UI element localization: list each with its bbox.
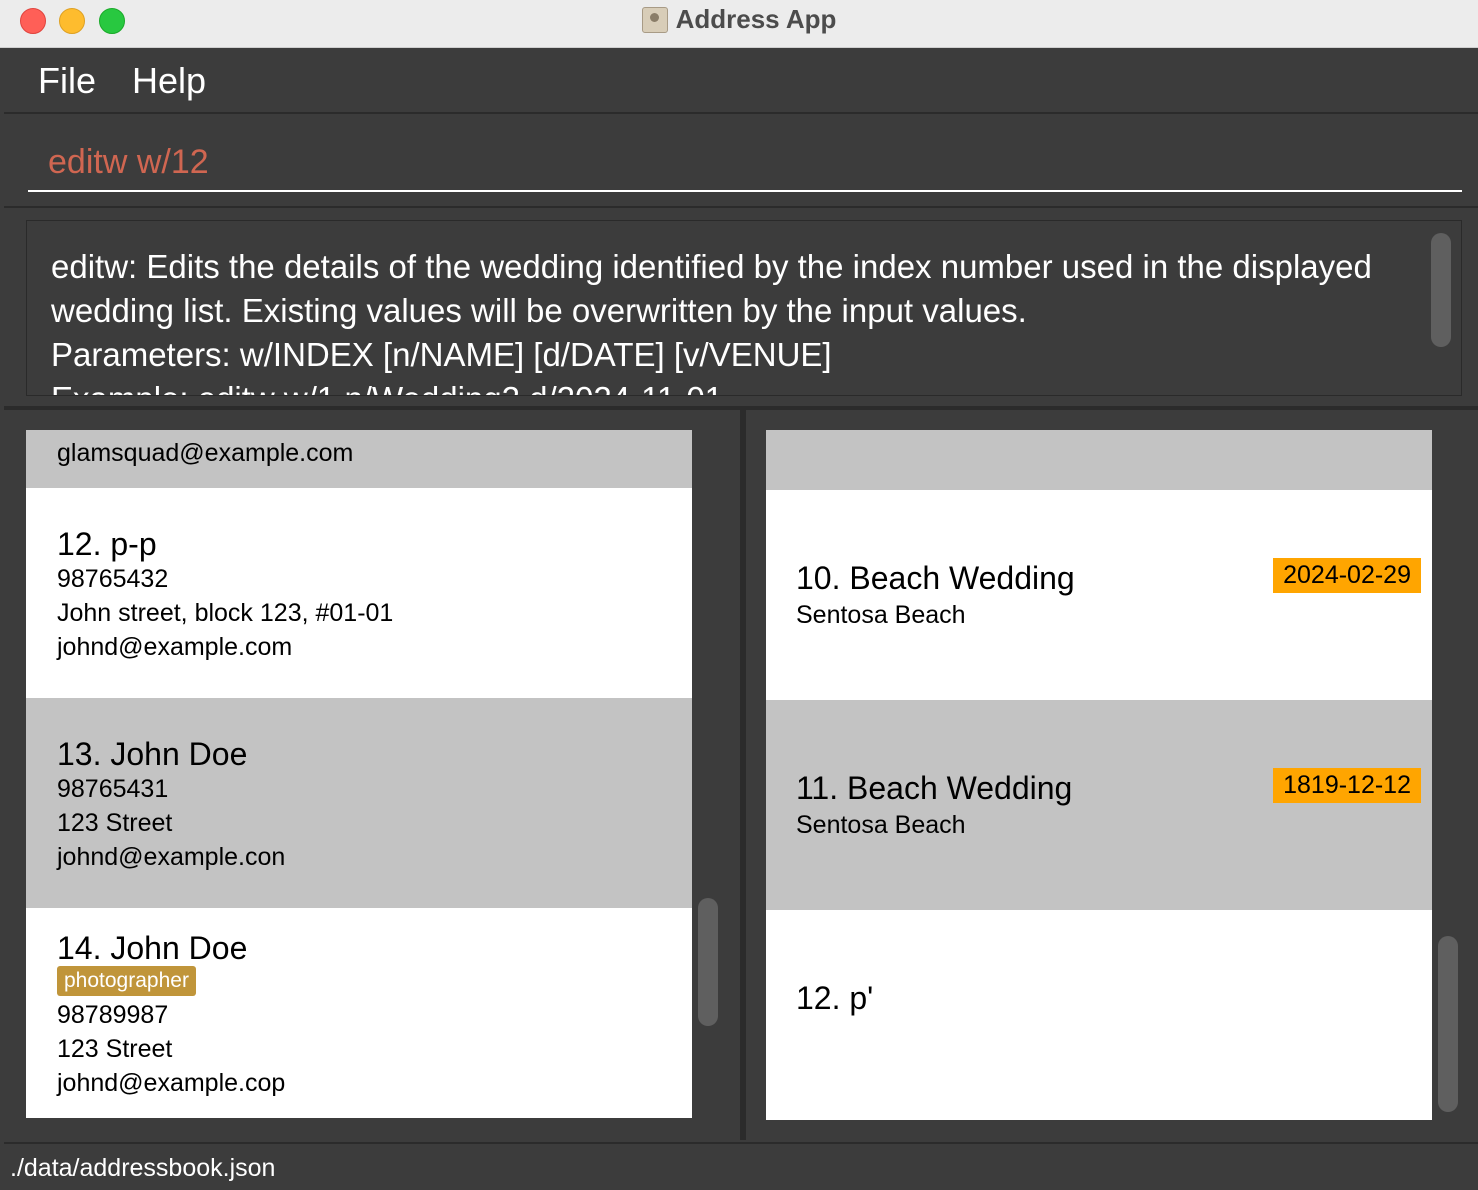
- person-list: glamsquad@example.com 12. p-p 98765432 J…: [26, 430, 692, 1120]
- person-email: johnd@example.con: [57, 843, 286, 871]
- person-name: 14. John Doe: [57, 930, 248, 966]
- person-phone: 98765432: [57, 565, 169, 593]
- command-box: [4, 114, 1478, 208]
- wedding-name: 11. Beach Wedding: [796, 770, 1073, 806]
- window-title-area: Address App: [0, 4, 1478, 35]
- person-tag: photographer: [57, 966, 196, 996]
- person-card[interactable]: 14. John Doe photographer 98789987 123 S…: [26, 908, 692, 1118]
- person-phone: 98765431: [57, 775, 169, 803]
- person-card[interactable]: 12. p-p 98765432 John street, block 123,…: [26, 488, 692, 698]
- person-email: johnd@example.com: [57, 633, 293, 661]
- wedding-venue: Sentosa Beach: [796, 811, 966, 839]
- panel-divider[interactable]: [740, 410, 746, 1140]
- wedding-name: 12. p': [796, 980, 874, 1016]
- result-text: editw: Edits the details of the wedding …: [51, 248, 1372, 395]
- person-card-partial[interactable]: glamsquad@example.com: [26, 430, 692, 488]
- person-name: 12. p-p: [57, 526, 157, 562]
- person-address: 123 Street: [57, 1035, 173, 1063]
- window-title: Address App: [675, 4, 837, 34]
- menu-bar: File Help: [4, 48, 1478, 114]
- menu-file[interactable]: File: [38, 60, 96, 102]
- result-display: editw: Edits the details of the wedding …: [26, 220, 1462, 396]
- person-address: 123 Street: [57, 809, 173, 837]
- save-location: ./data/addressbook.json: [10, 1154, 276, 1182]
- person-phone: 98789987: [57, 1001, 169, 1029]
- wedding-card-partial[interactable]: [766, 430, 1432, 490]
- menu-help[interactable]: Help: [132, 60, 206, 102]
- title-bar: Address App: [0, 0, 1478, 48]
- status-bar: ./data/addressbook.json: [4, 1142, 1478, 1190]
- command-input[interactable]: [28, 134, 1462, 192]
- person-email: glamsquad@example.com: [57, 439, 354, 467]
- wedding-list-scrollbar[interactable]: [1438, 936, 1458, 1112]
- wedding-card[interactable]: 11. Beach Wedding Sentosa Beach 1819-12-…: [766, 700, 1432, 910]
- person-email: johnd@example.cop: [57, 1069, 286, 1097]
- wedding-card[interactable]: 10. Beach Wedding Sentosa Beach 2024-02-…: [766, 490, 1432, 700]
- result-scrollbar[interactable]: [1431, 233, 1451, 347]
- person-address: John street, block 123, #01-01: [57, 599, 394, 627]
- wedding-list: 10. Beach Wedding Sentosa Beach 2024-02-…: [766, 430, 1432, 1120]
- wedding-card[interactable]: 12. p': [766, 910, 1432, 1120]
- wedding-date: 1819-12-12: [1273, 768, 1421, 803]
- person-name: 13. John Doe: [57, 736, 248, 772]
- wedding-venue: Sentosa Beach: [796, 601, 966, 629]
- wedding-date: 2024-02-29: [1273, 558, 1421, 593]
- person-list-scrollbar[interactable]: [698, 898, 718, 1026]
- wedding-name: 10. Beach Wedding: [796, 560, 1075, 596]
- person-card[interactable]: 13. John Doe 98765431 123 Street johnd@e…: [26, 698, 692, 908]
- app-window: File Help editw: Edits the details of th…: [4, 48, 1478, 1190]
- app-icon: [641, 6, 668, 33]
